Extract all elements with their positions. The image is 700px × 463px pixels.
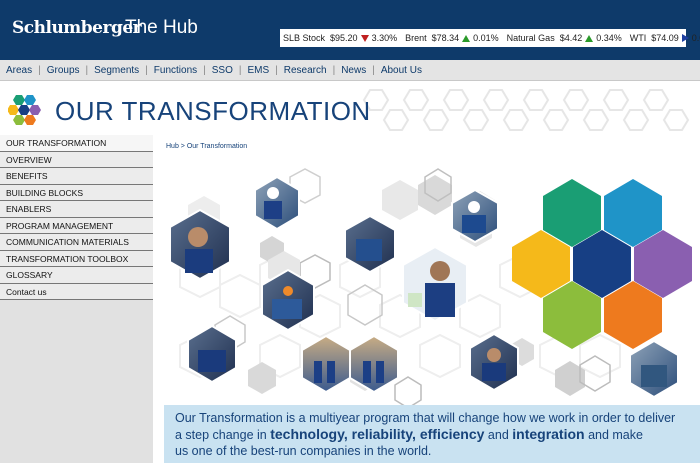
ticker-change: 0.01% [473,33,499,43]
nav-segments[interactable]: Segments [94,65,139,76]
description-line: a step change in technology, reliability… [175,426,690,443]
nav-ems[interactable]: EMS [247,65,269,76]
nav-separator: | [145,64,148,76]
nav-separator: | [85,64,89,76]
description-text: a step change in [175,428,271,442]
ticker-change: 0.34% [596,33,622,43]
ticker-label: Brent [405,33,427,43]
ticker-value: $78.34 [431,33,460,43]
photo-hexagon-icon [254,175,300,231]
description-keyword: integration [512,426,585,442]
transformation-logo-icon [8,95,41,125]
arrow-down-icon [360,34,369,42]
ticker-change: 0.00% [691,33,700,43]
sidebar-item-program-management[interactable]: PROGRAM MANAGEMENT [0,217,153,234]
ticker-value: $4.42 [559,33,583,43]
market-ticker: SLB Stock $95.20 3.30% Brent $78.34 0.01… [280,29,700,47]
sidebar-item-building-blocks[interactable]: BUILDING BLOCKS [0,184,153,201]
ticker-natural-gas: Natural Gas $4.42 0.34% [507,33,622,43]
arrow-up-icon [585,34,594,42]
ticker-wti: WTI $74.09 0.00% [630,33,700,43]
sidebar-item-enablers[interactable]: ENABLERS [0,201,153,218]
page-title: OUR TRANSFORMATION [55,96,371,126]
photo-hexagon-icon [629,339,679,399]
description-line: Our Transformation is a multiyear progra… [175,411,676,425]
ticker-label: WTI [629,33,647,43]
nav-separator: | [372,64,375,76]
nav-separator: | [275,64,278,76]
top-nav: Areas | Groups | Segments | Functions | SSO |… [0,60,700,81]
description-line: us one of the best-run companies in the … [175,444,432,458]
program-description: Our Transformation is a multiyear progra… [164,405,700,463]
sidebar-item-communication-materials[interactable]: COMMUNICATION MATERIALS [0,234,153,251]
sidebar-item-benefits[interactable]: BENEFITS [0,168,153,185]
arrow-up-icon [462,34,471,42]
photo-hexagon-icon [344,214,396,274]
nav-separator: | [332,64,336,76]
sidebar-item-overview[interactable]: OVERVIEW [0,151,153,168]
description-keyword: technology, reliability, efficiency [270,426,485,442]
nav-about-us[interactable]: About Us [381,65,422,76]
sidebar-item-our-transformation[interactable]: OUR TRANSFORMATION [0,135,153,152]
header-bar: Schlumberger The Hub SLB Stock $95.20 3.… [0,0,700,60]
nav-sso[interactable]: SSO [212,65,233,76]
ticker-brent: Brent $78.34 0.01% [405,33,499,43]
photo-hexagon-icon [469,332,519,392]
ticker-label: SLB Stock [283,33,326,43]
sidebar-item-transformation-toolbox[interactable]: TRANSFORMATION TOOLBOX [0,250,153,267]
description-text: and make [584,428,643,442]
nav-functions[interactable]: Functions [154,65,197,76]
page-title-row: OUR TRANSFORMATION [0,82,700,134]
nav-groups[interactable]: Groups [47,65,80,76]
sidebar-nav: OUR TRANSFORMATION OVERVIEW BENEFITS BUI… [0,135,153,463]
ticker-slb: SLB Stock $95.20 3.30% [283,33,397,43]
breadcrumb[interactable]: Hub > Our Transformation [166,143,247,150]
ticker-change: 3.30% [371,33,398,43]
photo-hexagon-icon [301,334,351,394]
sidebar-item-glossary[interactable]: GLOSSARY [0,267,153,284]
nav-separator: | [203,64,206,76]
app-name[interactable]: The Hub [125,17,198,39]
hexagon-collage [169,168,692,405]
color-hexagons [512,179,692,349]
photo-hexagon-icon [402,245,468,323]
description-text: and [484,428,513,442]
hex-pattern-decoration [362,89,690,131]
nav-separator: | [38,64,41,76]
nav-news[interactable]: News [341,65,366,76]
ticker-value: $74.09 [651,33,679,43]
nav-research[interactable]: Research [284,65,327,76]
nav-areas[interactable]: Areas [6,65,32,76]
ticker-value: $95.20 [330,33,358,43]
sidebar-item-contact-us[interactable]: Contact us [0,283,153,300]
ticker-label: Natural Gas [506,33,555,43]
nav-separator: | [238,64,242,76]
brand-logo[interactable]: Schlumberger [12,18,142,38]
arrow-right-icon [681,34,689,42]
